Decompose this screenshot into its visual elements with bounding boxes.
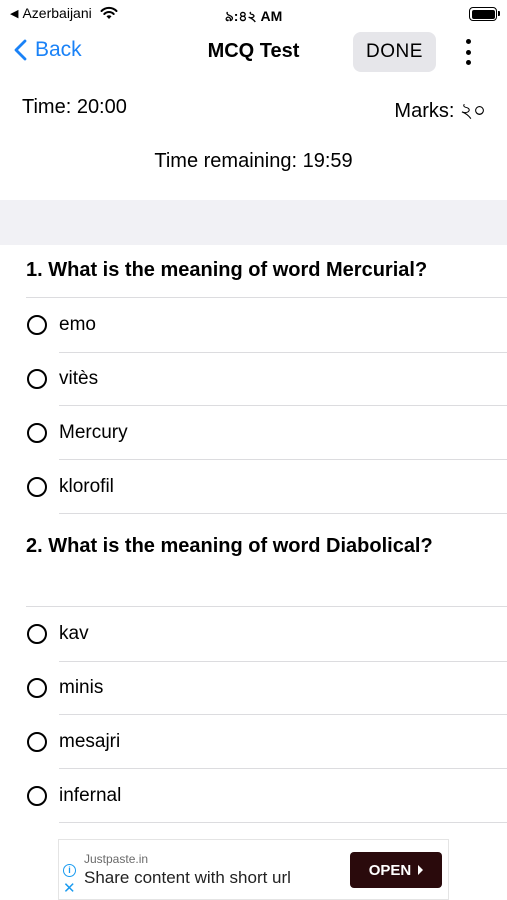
question-2-option-3[interactable]: mesajri — [0, 715, 507, 769]
question-2-option-4[interactable]: infernal — [0, 769, 507, 823]
question-1-option-3[interactable]: Mercury — [0, 406, 507, 460]
question-1-option-2[interactable]: vitès — [0, 352, 507, 406]
ad-open-label: OPEN — [368, 861, 412, 879]
play-arrow-icon — [418, 865, 424, 875]
ad-banner[interactable]: i ✕ Justpaste.in Share content with shor… — [58, 839, 449, 900]
ad-open-button[interactable]: OPEN — [350, 852, 442, 888]
time-label: Time: 20:00 — [22, 96, 127, 118]
question-1-option-4[interactable]: klorofil — [0, 460, 507, 514]
done-button[interactable]: DONE — [353, 32, 436, 72]
option-label: Mercury — [59, 422, 128, 443]
option-label: klorofil — [59, 476, 114, 497]
nav-bar: Back MCQ Test DONE — [0, 28, 507, 78]
option-label: minis — [59, 677, 104, 698]
question-1-text: 1. What is the meaning of word Mercurial… — [26, 259, 428, 281]
option-label: kav — [59, 623, 89, 644]
divider — [59, 513, 507, 514]
question-1-option-1[interactable]: emo — [0, 298, 507, 352]
radio-button-icon[interactable] — [27, 369, 47, 389]
radio-button-icon[interactable] — [27, 678, 47, 698]
marks-label: Marks: ২০ — [394, 100, 486, 122]
question-2-option-2[interactable]: minis — [0, 661, 507, 715]
time-remaining: Time remaining: 19:59 — [154, 150, 353, 172]
ad-close-icon[interactable]: ✕ — [63, 881, 76, 896]
radio-button-icon[interactable] — [27, 786, 47, 806]
radio-button-icon[interactable] — [27, 315, 47, 335]
ad-source: Justpaste.in — [84, 852, 149, 866]
radio-button-icon[interactable] — [27, 732, 47, 752]
radio-button-icon[interactable] — [27, 423, 47, 443]
option-label: infernal — [59, 785, 122, 806]
ad-headline: Share content with short url — [84, 868, 291, 887]
option-label: emo — [59, 314, 96, 335]
status-time: ৯:৪২ AM — [224, 8, 283, 24]
divider — [59, 822, 507, 823]
option-label: vitès — [59, 368, 99, 389]
radio-button-icon[interactable] — [27, 477, 47, 497]
question-2-option-1[interactable]: kav — [0, 607, 507, 661]
battery-icon — [469, 7, 500, 21]
chevron-left-icon — [14, 39, 27, 61]
section-separator — [0, 200, 507, 245]
more-options-icon[interactable] — [458, 36, 478, 68]
back-label: Back — [35, 38, 82, 61]
status-bar: ◀ Azerbaijani ৯:৪২ AM — [0, 0, 507, 28]
radio-button-icon[interactable] — [27, 624, 47, 644]
ad-info-icon[interactable]: i — [63, 864, 76, 877]
option-label: mesajri — [59, 731, 121, 752]
question-2-text: 2. What is the meaning of word Diabolica… — [26, 535, 433, 557]
back-button[interactable]: Back — [14, 38, 82, 62]
